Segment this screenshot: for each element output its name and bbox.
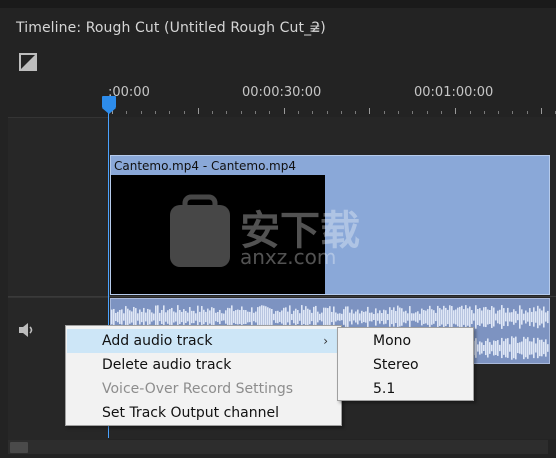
ruler-tick [155,111,156,114]
horizontal-scrollbar[interactable] [8,440,548,454]
ruler-tick [398,111,399,114]
ruler-tick [441,111,442,114]
video-track-header[interactable] [8,117,108,298]
playhead-tip [102,108,116,114]
ruler-tick [126,111,127,114]
ruler-tick [384,111,385,114]
menu-item-label: Set Track Output channel [102,405,280,421]
ruler-tick [298,111,299,114]
speaker-icon[interactable] [18,322,36,338]
menu-item-voice-over-settings: Voice-Over Record Settings [67,377,340,401]
ruler-tick [284,108,285,114]
add-audio-submenu: Mono Stereo 5.1 [337,327,474,401]
scrollbar-thumb[interactable] [10,442,28,453]
submenu-item-mono[interactable]: Mono [339,329,472,353]
ruler-tick [341,111,342,114]
watermark-text-en: anxz.com [240,245,337,269]
ruler-tick [312,111,313,114]
submenu-item-5-1[interactable]: 5.1 [339,377,472,401]
timecode-label: 00:01:00:00 [414,85,494,100]
diagonal-icon [21,55,35,69]
ruler-tick [169,111,170,114]
ruler-tick [269,111,270,114]
ruler-tick [369,108,370,114]
playhead-handle[interactable] [102,96,116,108]
menu-item-set-track-output[interactable]: Set Track Output channel [67,401,340,425]
ruler-tick [226,111,227,114]
ruler-tick [427,111,428,114]
ruler-tick [512,111,513,114]
ruler-tick [541,108,542,114]
panel-top-border [0,0,556,8]
panel-title: Timeline: Rough Cut (Untitled Rough Cut_… [16,20,326,36]
sequence-settings-button[interactable] [19,53,37,71]
ruler-tick [412,111,413,114]
ruler-tick [484,111,485,114]
ruler-tick [498,111,499,114]
menu-item-label: Add audio track [102,333,213,349]
ruler-tick [198,108,199,114]
panel-menu-icon[interactable]: ≡ [309,21,321,37]
ruler-tick [455,108,456,114]
menu-item-delete-audio-track[interactable]: Delete audio track [67,353,340,377]
submenu-item-stereo[interactable]: Stereo [339,353,472,377]
context-menu: Add audio track › Delete audio track Voi… [65,325,342,426]
ruler-tick [141,111,142,114]
ruler-tick [470,111,471,114]
menu-item-label: Voice-Over Record Settings [102,381,294,397]
menu-item-label: Delete audio track [102,357,232,373]
ruler-tick [241,111,242,114]
ruler-tick [255,111,256,114]
ruler-tick [212,111,213,114]
submenu-arrow-icon: › [323,334,328,348]
ruler-tick [184,111,185,114]
ruler-tick [527,111,528,114]
video-clip-label: Cantemo.mp4 - Cantemo.mp4 [114,159,296,173]
ruler-tick [355,111,356,114]
timecode-label: 00:00:30:00 [242,85,322,100]
ruler-tick [327,111,328,114]
menu-item-add-audio-track[interactable]: Add audio track › [67,329,340,353]
